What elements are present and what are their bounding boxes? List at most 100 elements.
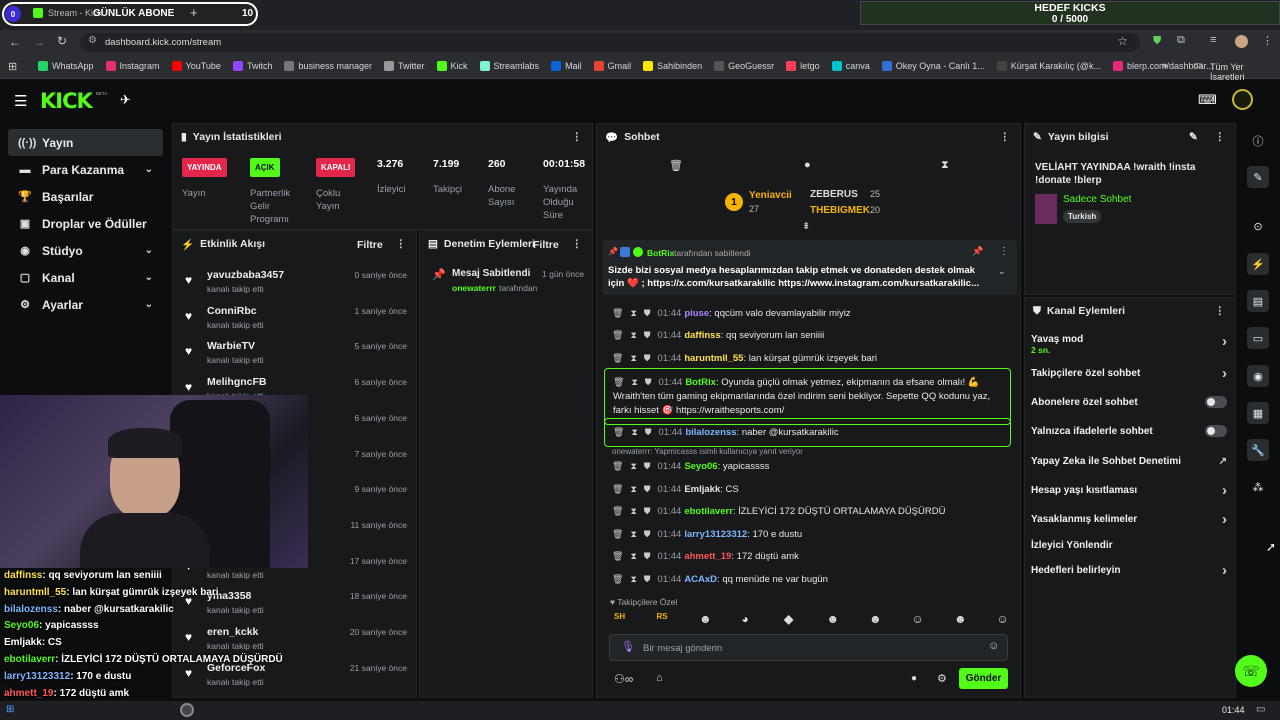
- ban-icon[interactable]: ⛊: [644, 353, 651, 363]
- info-menu-icon[interactable]: ⋮: [1215, 131, 1226, 143]
- activity-filter-button[interactable]: Filtre: [357, 239, 383, 251]
- chat-tool-icon[interactable]: ▭: [1247, 327, 1269, 349]
- bookmark-item[interactable]: Kürşat Karakılıç (@k...: [996, 61, 1101, 71]
- bookmark-item[interactable]: WhatsApp: [38, 61, 94, 71]
- timeout-icon[interactable]: ⧗: [630, 574, 636, 584]
- support-chat-button[interactable]: ☏: [1235, 655, 1267, 687]
- message-user[interactable]: haruntmll_55: [684, 353, 743, 364]
- store-icon[interactable]: ⌂: [656, 672, 663, 684]
- url-field[interactable]: ⚙ dashboard.kick.com/stream ☆: [80, 33, 1140, 52]
- delete-message-icon[interactable]: 🗑: [613, 377, 624, 387]
- delete-message-icon[interactable]: 🗑: [613, 427, 624, 437]
- emote-icon[interactable]: ☻: [869, 612, 882, 626]
- toggle-switch[interactable]: [1205, 425, 1227, 437]
- media-controls-icon[interactable]: ≡: [1210, 34, 1216, 46]
- trash-icon[interactable]: 🗑: [669, 159, 683, 172]
- stats-menu-icon[interactable]: ⋮: [572, 131, 583, 143]
- pin-tool-icon[interactable]: ✈: [120, 92, 131, 108]
- ban-icon[interactable]: ⛊: [644, 484, 651, 494]
- mic-icon[interactable]: 🎙: [621, 640, 635, 653]
- bookmark-item[interactable]: Mail: [551, 61, 582, 71]
- delete-message-icon[interactable]: 🗑: [612, 353, 623, 363]
- pinned-menu-icon[interactable]: ⋮: [999, 246, 1009, 257]
- extensions-icon[interactable]: ⧉: [1177, 34, 1185, 47]
- hourglass-icon[interactable]: ⧗: [941, 159, 949, 172]
- nav-item-0[interactable]: ((·)) Yayın: [8, 129, 163, 156]
- nav-item-4[interactable]: ◉ Stüdyo ⌄: [8, 237, 163, 264]
- unpin-icon[interactable]: 📌: [972, 246, 983, 257]
- kick-logo[interactable]: KICK: [40, 89, 93, 113]
- chat-message[interactable]: 🗑 ⧗ ⛊ 01:44 piuse: qqcüm valo devamlayabilir…: [612, 308, 1012, 319]
- emoji-picker-icon[interactable]: ☺: [988, 640, 999, 652]
- emote-icon[interactable]: ☺: [912, 612, 924, 626]
- ban-icon[interactable]: ⛊: [645, 427, 652, 437]
- message-user[interactable]: daffinss: [684, 330, 720, 341]
- bookmark-item[interactable]: YouTube: [171, 61, 221, 71]
- timeout-icon[interactable]: ⧗: [630, 461, 636, 471]
- chat-message[interactable]: 🗑 ⧗ ⛊ 01:44 bilalozenss: naber @kursatkaraki…: [604, 418, 1011, 447]
- lightning-icon[interactable]: ⚡: [1247, 253, 1269, 275]
- message-user[interactable]: piuse: [684, 308, 709, 319]
- delete-message-icon[interactable]: 🗑: [612, 330, 623, 340]
- more-bookmarks-icon[interactable]: »: [1162, 60, 1168, 72]
- start-icon[interactable]: ⊞: [6, 704, 14, 715]
- category-name[interactable]: Sadece Sohbet: [1063, 194, 1131, 205]
- ban-icon[interactable]: ⛊: [644, 506, 651, 516]
- message-user[interactable]: Seyo06: [684, 461, 717, 472]
- message-user[interactable]: ahmett_19: [684, 551, 731, 562]
- site-info-icon[interactable]: ⚙: [88, 35, 97, 46]
- send-button[interactable]: Gönder: [959, 668, 1008, 689]
- channel-action-8[interactable]: Hedefleri belirleyin ›: [1031, 562, 1227, 585]
- bookmark-item[interactable]: Kick: [436, 61, 468, 71]
- ban-icon[interactable]: ⛊: [645, 377, 652, 387]
- channel-action-5[interactable]: Hesap yaşı kısıtlaması ›: [1031, 482, 1227, 505]
- emote-icon[interactable]: ☻: [699, 612, 712, 626]
- bookmark-item[interactable]: Twitch: [232, 61, 272, 71]
- delete-message-icon[interactable]: 🗑: [612, 484, 623, 494]
- chat-tools-icon[interactable]: ⚇∞: [614, 672, 633, 686]
- broadcast-tool-icon[interactable]: ◉: [1247, 365, 1269, 387]
- bookmark-item[interactable]: GeoGuessr: [714, 61, 774, 71]
- bookmark-item[interactable]: Instagram: [105, 61, 160, 71]
- moderation-item[interactable]: 📌 Mesaj Sabitlendi 1 gün önce onewaterrr…: [428, 267, 588, 297]
- chat-menu-icon[interactable]: ⋮: [1000, 131, 1011, 143]
- bookmark-item[interactable]: canva: [831, 61, 870, 71]
- chat-message[interactable]: 🗑 ⧗ ⛊ 01:44 larry13123312: 170 e dustu: [612, 529, 1012, 540]
- bookmark-item[interactable]: business manager: [284, 61, 372, 71]
- layout-icon[interactable]: ▦: [1247, 402, 1269, 424]
- shield-extension-icon[interactable]: ⛊: [1153, 35, 1161, 48]
- channel-action-6[interactable]: Yasaklanmış kelimeler ›: [1031, 511, 1227, 534]
- hamburger-menu-icon[interactable]: ☰: [14, 92, 27, 110]
- bookmark-item[interactable]: Streamlabs: [479, 61, 539, 71]
- profile-avatar-icon[interactable]: [1235, 35, 1248, 48]
- emote-icon[interactable]: SH: [614, 612, 625, 621]
- reload-icon[interactable]: ↻: [57, 34, 67, 48]
- timeout-icon[interactable]: ⧗: [630, 330, 636, 340]
- channel-action-0[interactable]: Yavaş mod 2 sn. ›: [1031, 333, 1227, 355]
- delete-message-icon[interactable]: 🗑: [612, 506, 623, 516]
- edit-tool-icon[interactable]: ✎: [1247, 166, 1269, 188]
- timeout-icon[interactable]: ⧗: [630, 506, 636, 516]
- ban-icon[interactable]: ⛊: [644, 529, 651, 539]
- timeout-icon[interactable]: ⧗: [630, 353, 636, 363]
- emote-icon[interactable]: ◕: [742, 612, 749, 626]
- browser-menu-icon[interactable]: ⋮: [1262, 34, 1273, 47]
- timeout-icon[interactable]: ⧗: [631, 427, 637, 437]
- chat-message[interactable]: 🗑 ⧗ ⛊ 01:44 daffinss: qq seviyorum lan senii…: [612, 330, 1012, 341]
- chat-bubble-small-icon[interactable]: ●: [911, 673, 917, 684]
- activity-event[interactable]: ♥ ConniRbc kanalı takip etti 1 saniye önce: [181, 303, 409, 337]
- target-icon[interactable]: ⊙: [1247, 215, 1269, 237]
- activity-event[interactable]: ♥ yavuzbaba3457 kanalı takip etti 0 saniye …: [181, 267, 409, 301]
- timeout-icon[interactable]: ⧗: [630, 529, 636, 539]
- message-user[interactable]: larry13123312: [684, 529, 747, 540]
- bookmark-item[interactable]: Okey Oyna - Canlı 1...: [881, 61, 985, 71]
- pinned-message[interactable]: 📌 BotRix tarafından sabitlendi 📌 ⋮ ⌄ Siz…: [602, 240, 1017, 295]
- forward-icon[interactable]: →: [33, 35, 45, 49]
- nav-item-6[interactable]: ⚙ Ayarlar ⌄: [8, 291, 163, 318]
- channel-actions-menu-icon[interactable]: ⋮: [1215, 305, 1226, 317]
- delete-message-icon[interactable]: 🗑: [612, 461, 623, 471]
- channel-action-2[interactable]: Abonelere özel sohbet: [1031, 396, 1227, 417]
- nav-item-5[interactable]: ▢ Kanal ⌄: [8, 264, 163, 291]
- collapse-leaderboard-icon[interactable]: ⇟: [802, 221, 810, 232]
- message-user[interactable]: ebotilaverr: [684, 506, 733, 517]
